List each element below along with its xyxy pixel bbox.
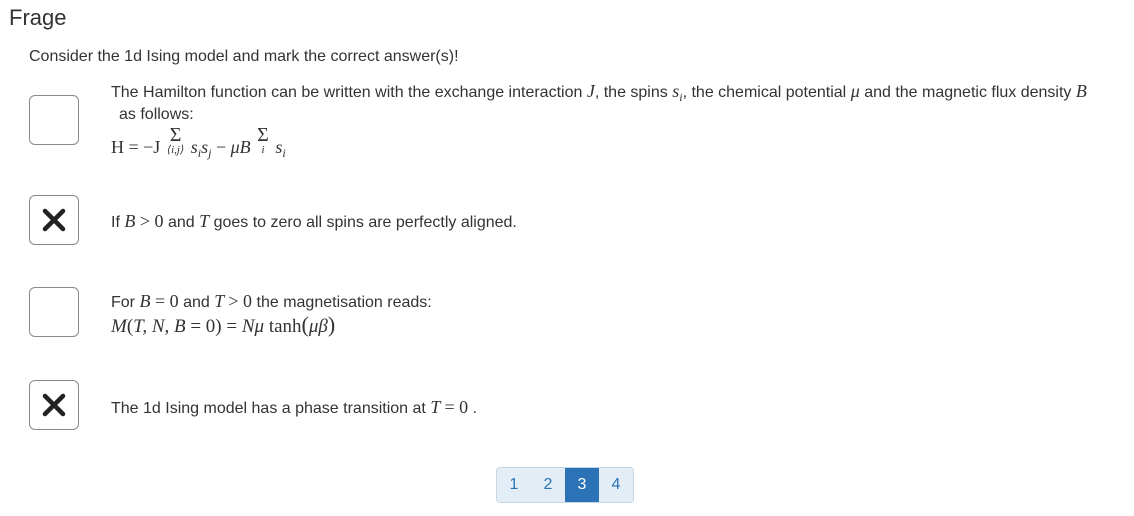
- question-prompt: Consider the 1d Ising model and mark the…: [29, 48, 459, 65]
- option-3-checkbox[interactable]: [29, 287, 79, 337]
- option-4-checkbox[interactable]: [29, 380, 79, 430]
- page-4-button[interactable]: 4: [599, 468, 633, 502]
- page-2-button[interactable]: 2: [531, 468, 565, 502]
- option-2-checkbox[interactable]: [29, 195, 79, 245]
- page-title: Frage: [9, 5, 67, 30]
- cross-icon: [42, 208, 66, 232]
- option-1-text-cont: as follows:: [119, 106, 194, 123]
- option-2-text: If B > 0 and T goes to zero all spins ar…: [111, 211, 517, 231]
- option-1-text: The Hamilton function can be written wit…: [111, 81, 1087, 104]
- cross-icon: [42, 393, 66, 417]
- option-1-formula: H = −J Σ ⟨i,j⟩ sisj − μB Σi si: [111, 124, 286, 160]
- page-1-button[interactable]: 1: [497, 468, 531, 502]
- pagination: 1 2 3 4: [496, 467, 634, 503]
- option-1-checkbox[interactable]: [29, 95, 79, 145]
- option-3-formula: M(T, N, B = 0) = Nμ tanh(μβ): [111, 312, 336, 338]
- option-4-text: The 1d Ising model has a phase transitio…: [111, 397, 478, 417]
- option-3-text: For B = 0 and T > 0 the magnetisation re…: [111, 291, 432, 311]
- page-3-button[interactable]: 3: [565, 468, 599, 502]
